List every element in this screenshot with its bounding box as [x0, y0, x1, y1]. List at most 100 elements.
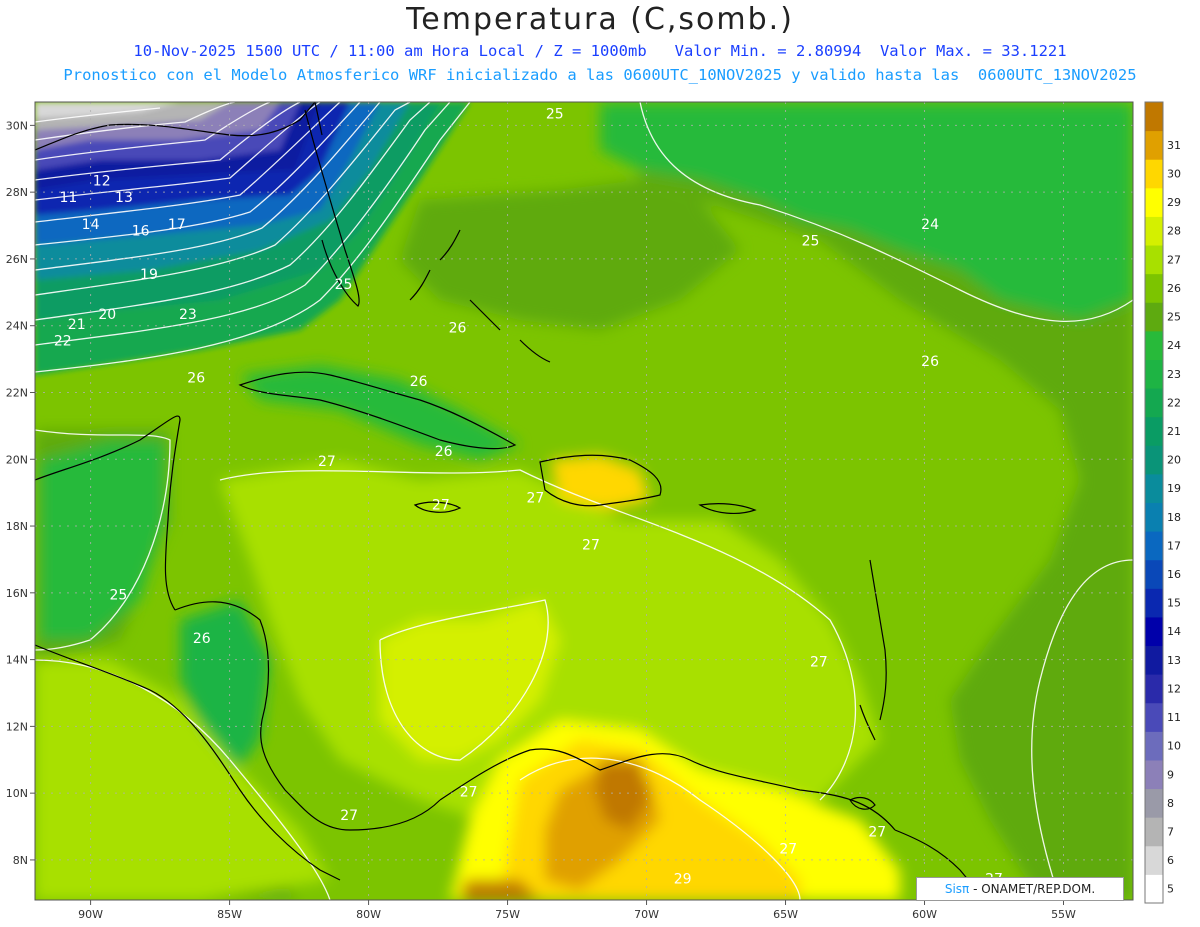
- contour-label: 29: [674, 871, 692, 887]
- contour-label: 27: [460, 784, 478, 800]
- credit-brand: Sisπ: [944, 882, 970, 896]
- lat-tick-label: 20N: [6, 453, 28, 466]
- lat-tick-label: 28N: [6, 186, 28, 199]
- colorbar: 5 6 7 8 9 10 11 12 13 14 15 16 17 18 19 20 21 22 23 24 25 26 2…: [1144, 101, 1181, 904]
- contour-label: 27: [340, 808, 358, 824]
- credit-text: - ONAMET/REP.DOM.: [969, 882, 1096, 896]
- contour-label: 26: [435, 444, 453, 460]
- contour-label: 27: [432, 497, 450, 513]
- colorbar-swatch: [1145, 588, 1163, 618]
- colorbar-swatch: [1145, 616, 1163, 647]
- colorbar-swatch: [1145, 874, 1163, 904]
- colorbar-swatch: [1145, 674, 1163, 704]
- forecast-map: 25252412131114 16 171920212223252626 262626…: [6, 101, 1181, 921]
- lat-tick-label: 12N: [6, 720, 28, 733]
- colorbar-label: 7: [1167, 825, 1174, 838]
- contour-label: 19: [140, 267, 158, 283]
- colorbar-label: 17: [1167, 539, 1181, 552]
- colorbar-swatch: [1145, 702, 1163, 732]
- colorbar-label: 18: [1167, 511, 1181, 524]
- colorbar-swatch: [1145, 473, 1163, 503]
- colorbar-label: 11: [1167, 711, 1181, 724]
- colorbar-swatch: [1145, 817, 1163, 847]
- colorbar-label: 31: [1167, 139, 1181, 152]
- colorbar-swatch: [1145, 502, 1163, 532]
- lat-tick-label: 16N: [6, 587, 28, 600]
- colorbar-swatch: [1145, 416, 1163, 446]
- colorbar-label: 12: [1167, 682, 1181, 695]
- credit-box: Sisπ - ONAMET/REP.DOM.: [916, 877, 1124, 901]
- lon-tick-label: 70W: [634, 908, 659, 921]
- contour-label: 25: [546, 107, 564, 123]
- colorbar-label: 28: [1167, 225, 1181, 238]
- colorbar-label: 6: [1167, 854, 1174, 867]
- colorbar-label: 29: [1167, 196, 1181, 209]
- colorbar-swatch: [1145, 531, 1163, 561]
- lon-tick-label: 60W: [912, 908, 937, 921]
- colorbar-label: 19: [1167, 482, 1181, 495]
- contour-label: 27: [810, 654, 828, 670]
- colorbar-label: 16: [1167, 568, 1181, 581]
- contour-label: 26: [187, 370, 205, 386]
- contour-label: 12: [93, 173, 111, 189]
- lat-tick-label: 18N: [6, 520, 28, 533]
- colorbar-label: 15: [1167, 597, 1181, 610]
- lat-tick-label: 24N: [6, 320, 28, 333]
- colorbar-swatch: [1145, 273, 1163, 303]
- temperature-field: [35, 102, 1133, 900]
- colorbar-swatch: [1145, 245, 1163, 275]
- colorbar-label: 25: [1167, 311, 1181, 324]
- contour-label: 17: [168, 217, 186, 233]
- lat-tick-label: 14N: [6, 654, 28, 667]
- lat-tick-label: 10N: [6, 787, 28, 800]
- colorbar-label: 14: [1167, 625, 1181, 638]
- colorbar-swatch: [1145, 130, 1163, 160]
- lat-axis: 30N 28N 26N 24N 22N 20N 18N 16N 14N 12N 10N 8N: [6, 119, 35, 867]
- contour-label: 26: [921, 354, 939, 370]
- contour-label: 20: [98, 307, 116, 323]
- colorbar-label: 8: [1167, 797, 1174, 810]
- lon-tick-label: 85W: [217, 908, 242, 921]
- colorbar-label: 24: [1167, 339, 1181, 352]
- colorbar-label: 10: [1167, 740, 1181, 753]
- lon-axis: 90W 85W 80W 75W 70W 65W 60W 55W: [78, 900, 1076, 921]
- contour-label: 27: [318, 454, 336, 470]
- subtitle-model-info: Pronostico con el Modelo Atmosferico WRF…: [63, 66, 1137, 84]
- colorbar-swatch: [1145, 159, 1163, 189]
- contour-label: 27: [582, 537, 600, 553]
- lat-tick-label: 22N: [6, 386, 28, 399]
- colorbar-swatch: [1145, 302, 1163, 332]
- colorbar-swatch: [1145, 559, 1163, 589]
- colorbar-label: 5: [1167, 883, 1174, 896]
- colorbar-label: 22: [1167, 396, 1181, 409]
- colorbar-swatch: [1145, 788, 1163, 818]
- contour-label: 25: [335, 277, 353, 293]
- lon-tick-label: 80W: [356, 908, 381, 921]
- contour-label: 26: [193, 631, 211, 647]
- lon-tick-label: 75W: [495, 908, 520, 921]
- colorbar-label: 21: [1167, 425, 1181, 438]
- colorbar-label: 27: [1167, 253, 1181, 266]
- contour-label: 27: [526, 491, 544, 507]
- contour-label: 27: [779, 841, 797, 857]
- colorbar-label: 26: [1167, 282, 1181, 295]
- colorbar-label: 30: [1167, 168, 1181, 181]
- colorbar-label: 13: [1167, 654, 1181, 667]
- colorbar-label: 23: [1167, 368, 1181, 381]
- contour-label: 22: [54, 334, 72, 350]
- contour-label: 25: [802, 234, 820, 250]
- lat-tick-label: 26N: [6, 253, 28, 266]
- map-title: Temperatura (C,somb.): [406, 2, 794, 37]
- contour-label: 26: [410, 374, 428, 390]
- contour-label: 13: [115, 190, 133, 206]
- colorbar-label: 20: [1167, 454, 1181, 467]
- colorbar-swatch: [1145, 187, 1163, 217]
- colorbar-swatch: [1145, 330, 1163, 360]
- contour-label: 27: [868, 825, 886, 841]
- colorbar-swatch: [1145, 216, 1163, 246]
- colorbar-swatch: [1145, 845, 1163, 875]
- subtitle-valid-time: 10-Nov-2025 1500 UTC / 11:00 am Hora Loc…: [133, 42, 1067, 60]
- lon-tick-label: 55W: [1051, 908, 1076, 921]
- contour-label: 26: [449, 320, 467, 336]
- contour-label: 14: [82, 217, 100, 233]
